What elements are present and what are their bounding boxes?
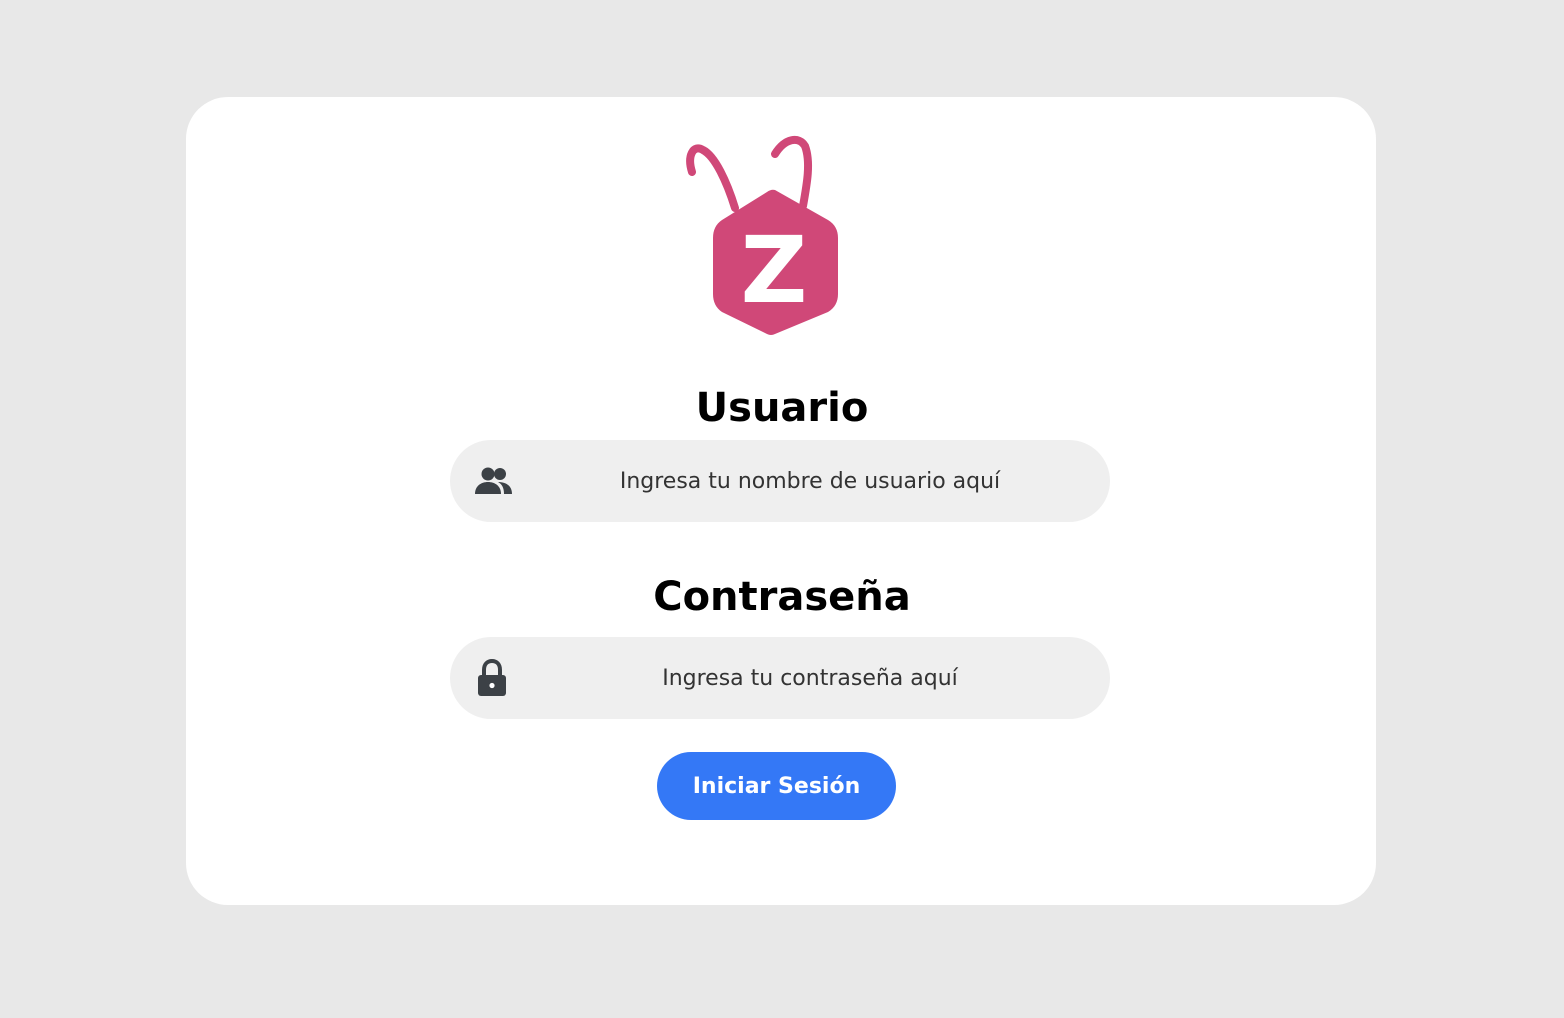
login-button[interactable]: Iniciar Sesión: [657, 752, 896, 820]
lock-icon: [478, 659, 506, 696]
logo-letter: Z: [741, 217, 808, 324]
username-field[interactable]: [450, 440, 1110, 522]
z-bug-logo-icon: Z: [686, 135, 838, 335]
username-label: Usuario: [695, 385, 869, 431]
username-input[interactable]: [510, 440, 1110, 522]
password-input[interactable]: [510, 637, 1110, 719]
password-label: Contraseña: [653, 574, 911, 620]
users-icon: [475, 467, 512, 494]
password-field[interactable]: [450, 637, 1110, 719]
